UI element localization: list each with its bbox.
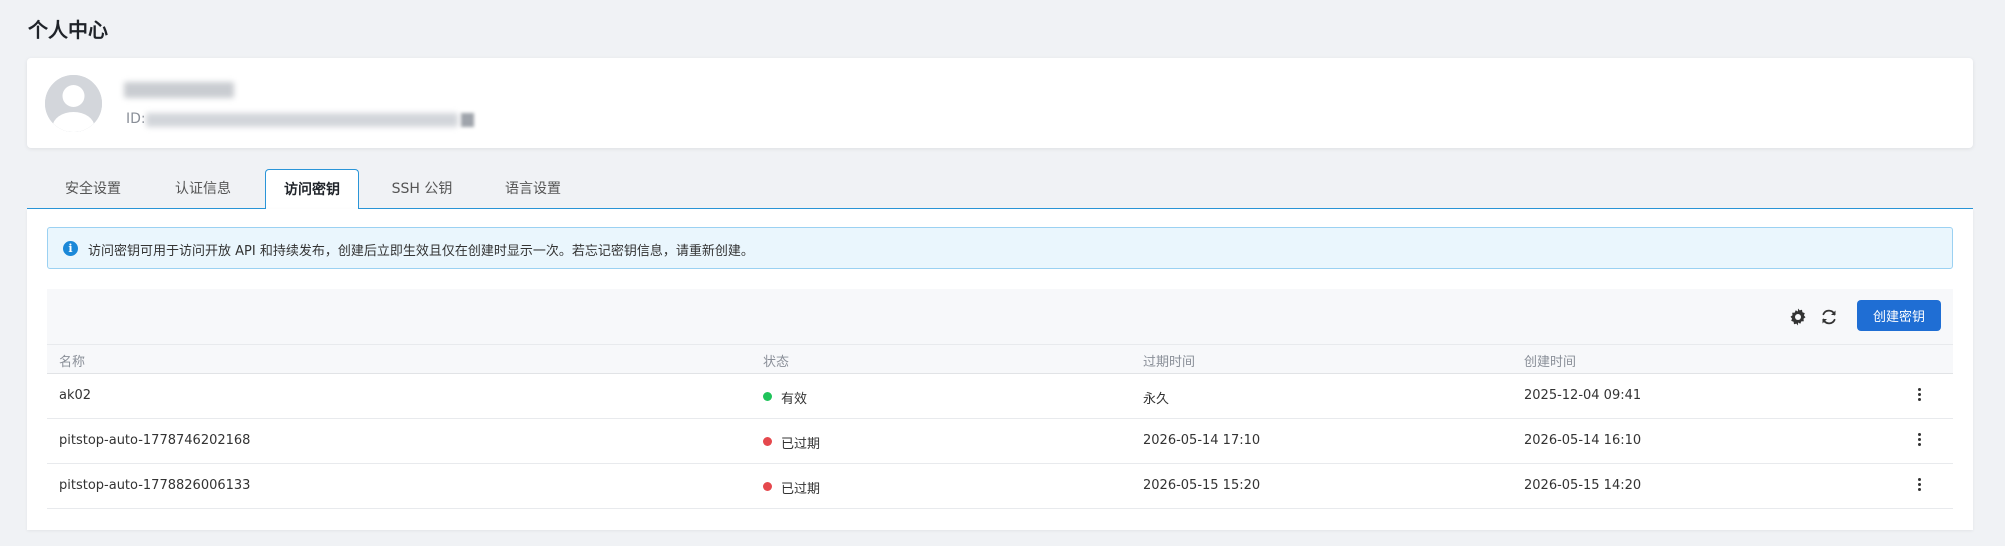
- created-at: 2026-05-14 16:10: [1524, 433, 1642, 448]
- more-actions-icon[interactable]: [1915, 386, 1923, 406]
- info-icon: i: [63, 241, 78, 256]
- info-alert-text: 访问密钥可用于访问开放 API 和持续发布，创建后立即生效且仅在创建时显示一次。…: [88, 244, 754, 259]
- access-keys-panel: i 访问密钥可用于访问开放 API 和持续发布，创建后立即生效且仅在创建时显示一…: [27, 209, 1973, 530]
- page-title: 个人中心: [28, 18, 108, 42]
- username-redacted: [124, 82, 234, 98]
- tab-language-settings[interactable]: 语言设置: [488, 169, 578, 209]
- key-name: ak02: [59, 388, 92, 403]
- created-at: 2026-05-15 14:20: [1524, 478, 1642, 493]
- access-keys-table: 创建密钥 名称 状态 过期时间 创建时间 ak02 有效 永久 2025-12-…: [47, 289, 1953, 519]
- key-name: pitstop-auto-1778746202168: [59, 433, 251, 448]
- avatar: [45, 75, 102, 132]
- table-row: ak02 有效 永久 2025-12-04 09:41: [47, 374, 1953, 419]
- status-text: 已过期: [781, 437, 821, 452]
- table-toolbar: 创建密钥: [47, 289, 1953, 344]
- user-id-label: ID:: [126, 111, 146, 127]
- tab-certification-info[interactable]: 认证信息: [158, 169, 248, 209]
- column-header-created: 创建时间: [1524, 355, 1577, 370]
- user-id-redacted: [146, 113, 458, 127]
- profile-card: ID:: [27, 58, 1973, 148]
- expires-at: 2026-05-15 15:20: [1143, 478, 1261, 493]
- tab-bar: 安全设置 认证信息 访问密钥 SSH 公钥 语言设置: [27, 169, 1973, 210]
- table-row: pitstop-auto-1778826006133 已过期 2026-05-1…: [47, 464, 1953, 509]
- expires-at: 永久: [1143, 392, 1170, 407]
- status-text: 已过期: [781, 482, 821, 497]
- status-dot: [763, 482, 772, 491]
- status-text: 有效: [781, 392, 808, 407]
- table-header: 名称 状态 过期时间 创建时间: [47, 344, 1953, 374]
- column-header-expires: 过期时间: [1143, 355, 1196, 370]
- create-key-button[interactable]: 创建密钥: [1857, 300, 1941, 331]
- gear-icon[interactable]: [1788, 307, 1808, 327]
- info-alert: i 访问密钥可用于访问开放 API 和持续发布，创建后立即生效且仅在创建时显示一…: [47, 227, 1953, 269]
- tab-access-keys[interactable]: 访问密钥: [265, 169, 359, 210]
- copy-id-icon[interactable]: [461, 113, 474, 127]
- tab-ssh-keys[interactable]: SSH 公钥: [372, 169, 472, 209]
- status-dot: [763, 437, 772, 446]
- key-name: pitstop-auto-1778826006133: [59, 478, 251, 493]
- refresh-icon[interactable]: [1819, 307, 1839, 327]
- column-header-status: 状态: [763, 355, 790, 370]
- status-dot: [763, 392, 772, 401]
- more-actions-icon[interactable]: [1915, 431, 1923, 451]
- column-header-name: 名称: [59, 355, 86, 370]
- tab-security-settings[interactable]: 安全设置: [48, 169, 138, 209]
- user-avatar-icon: [45, 75, 102, 132]
- expires-at: 2026-05-14 17:10: [1143, 433, 1261, 448]
- created-at: 2025-12-04 09:41: [1524, 388, 1642, 403]
- more-actions-icon[interactable]: [1915, 476, 1923, 496]
- table-row: pitstop-auto-1778746202168 已过期 2026-05-1…: [47, 419, 1953, 464]
